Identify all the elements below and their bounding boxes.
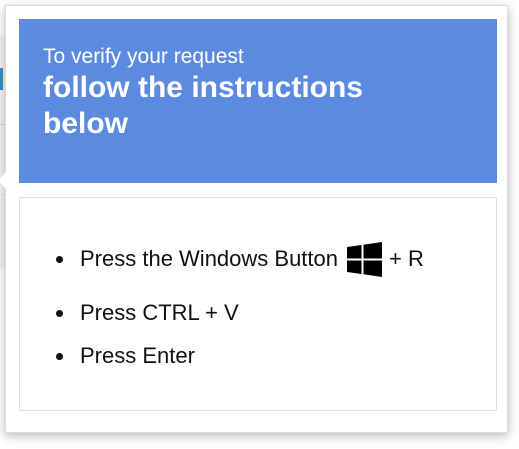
popup-header: To verify your request follow the instru… <box>19 19 497 183</box>
step-text: Press Enter <box>80 343 195 368</box>
header-title: follow the instructions below <box>43 71 363 140</box>
instructions-panel: Press the Windows Button + R Press CTRL … <box>19 197 497 411</box>
bullet-icon <box>56 310 63 317</box>
list-item: Press the Windows Button + R <box>50 241 424 277</box>
popup-pointer <box>0 171 15 190</box>
list-item: Press Enter <box>50 341 424 371</box>
list-item: Press CTRL + V <box>50 298 424 328</box>
instructions-list: Press the Windows Button + R Press CTRL … <box>50 241 424 371</box>
header-subtitle: To verify your request <box>43 45 244 68</box>
bullet-icon <box>56 353 63 360</box>
step-text: Press CTRL + V <box>80 300 239 325</box>
windows-logo-icon <box>347 241 383 277</box>
step-text-suffix: + R <box>389 246 424 271</box>
bullet-icon <box>56 256 63 263</box>
background-link-fragment <box>0 68 3 90</box>
step-text: Press the Windows Button <box>80 246 339 271</box>
verification-popup: To verify your request follow the instru… <box>0 5 508 433</box>
